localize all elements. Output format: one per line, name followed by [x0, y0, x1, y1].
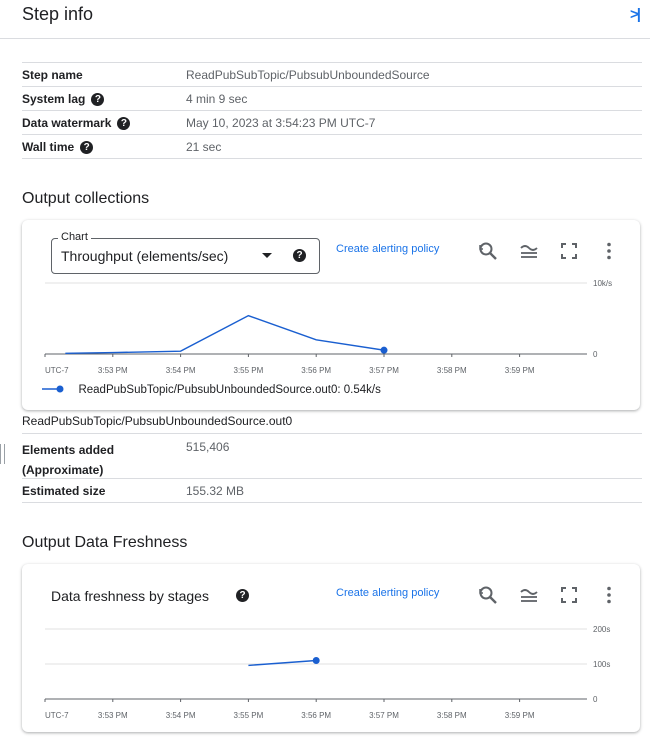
- divider: [22, 86, 642, 87]
- y-tick-label: 200s: [593, 625, 610, 634]
- throughput-plot: 10k/s 0 UTC-7 3:53 PM 3:54 PM 3:55 PM 3:56 PM 3…: [44, 279, 612, 375]
- freshness-plot: 200s 100s 0 UTC-7 3:53 PM 3:54 PM 3:55 PM 3:56 …: [44, 625, 610, 720]
- y-tick-label: 10k/s: [593, 279, 612, 288]
- system-lag-label: System lag: [22, 92, 86, 106]
- x-tick-label: 3:55 PM: [234, 711, 264, 720]
- elements-added-value: 515,406: [186, 440, 230, 454]
- x-tick-label: 3:58 PM: [437, 711, 467, 720]
- series-latest-point: [312, 657, 320, 664]
- x-tick-label: 3:53 PM: [98, 711, 128, 720]
- divider: [22, 502, 642, 503]
- estimated-size-value: 155.32 MB: [186, 484, 245, 498]
- step-name-value: ReadPubSubTopic/PubsubUnboundedSource: [186, 68, 430, 82]
- step-name-label: Step name: [22, 68, 83, 82]
- collection-name: ReadPubSubTopic/PubsubUnboundedSource.ou…: [22, 414, 293, 428]
- freshness-chart: 200s 100s 0 UTC-7 3:53 PM 3:54 PM 3:55 PM 3:56 …: [44, 625, 610, 720]
- x-tick-label: 3:59 PM: [505, 711, 535, 720]
- y-tick-label: 100s: [593, 660, 610, 669]
- x-tick-label: 3:57 PM: [369, 711, 399, 720]
- divider: [22, 158, 642, 159]
- series-latest-point: [380, 346, 388, 354]
- x-tick-label: 3:57 PM: [369, 366, 399, 375]
- elements-added-label: Elements added (Approximate): [22, 443, 115, 477]
- x-tick-label: 3:53 PM: [98, 366, 128, 375]
- output-collections-title: Output collections: [22, 190, 150, 207]
- help-icon[interactable]: ?: [117, 117, 131, 131]
- x-tick-label: 3:54 PM: [166, 366, 196, 375]
- panel-resize-handle[interactable]: [0, 444, 5, 464]
- data-freshness-title: Output Data Freshness: [22, 534, 188, 551]
- divider: [22, 62, 642, 63]
- series-line: [248, 659, 317, 667]
- legend-swatch: [42, 385, 64, 393]
- x-tick-label: 3:58 PM: [437, 366, 467, 375]
- estimated-size-label: Estimated size: [22, 484, 106, 498]
- chart-legend: ReadPubSubTopic/PubsubUnboundedSource.ou…: [42, 380, 381, 398]
- x-tick-label: UTC-7: [45, 711, 69, 720]
- divider: [22, 433, 642, 434]
- x-tick-label: 3:59 PM: [505, 366, 535, 375]
- system-lag-value: 4 min 9 sec: [186, 92, 248, 106]
- x-tick-label: 3:54 PM: [166, 711, 196, 720]
- x-tick-label: 3:55 PM: [234, 366, 264, 375]
- freshness-chart-card: Data freshness by stages ? Create alerti…: [22, 564, 640, 732]
- series-line: [65, 314, 385, 354]
- x-tick-label: UTC-7: [45, 366, 69, 375]
- x-tick-label: 3:56 PM: [301, 711, 331, 720]
- help-icon[interactable]: ?: [91, 93, 105, 107]
- divider: [22, 478, 642, 479]
- throughput-chart-card: Chart Throughput (elements/sec) ? Create…: [22, 220, 640, 410]
- y-tick-label: 0: [593, 350, 598, 359]
- data-watermark-value: May 10, 2023 at 3:54:23 PM UTC-7: [186, 116, 376, 130]
- x-tick-label: 3:56 PM: [301, 366, 331, 375]
- divider: [22, 110, 642, 111]
- collapse-panel-icon[interactable]: >|: [630, 6, 641, 23]
- header-divider: [0, 38, 650, 39]
- wall-time-value: 21 sec: [186, 140, 222, 154]
- wall-time-label: Wall time: [22, 140, 75, 154]
- divider: [22, 134, 642, 135]
- y-tick-label: 0: [593, 695, 598, 704]
- legend-series-name: ReadPubSubTopic/PubsubUnboundedSource.ou…: [78, 384, 381, 396]
- panel-title: Step info: [22, 4, 94, 24]
- help-icon[interactable]: ?: [80, 141, 94, 155]
- data-watermark-label: Data watermark: [22, 116, 112, 130]
